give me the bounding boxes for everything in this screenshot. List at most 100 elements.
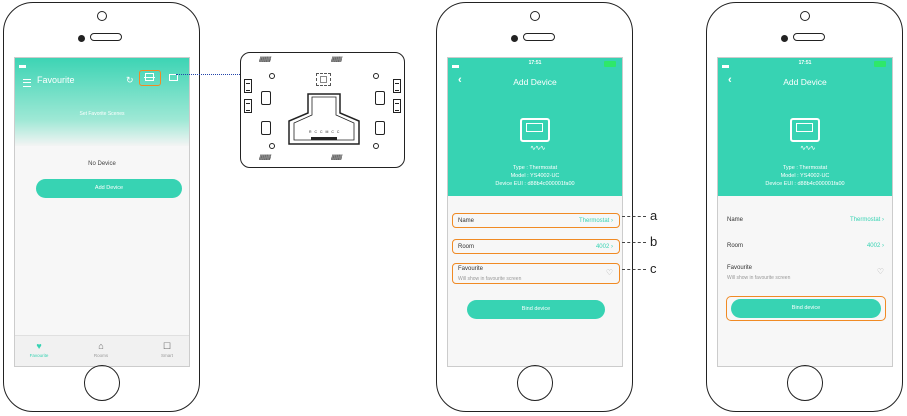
device-eui: Device EUI : d88b4c000001fa00 — [765, 181, 845, 187]
signal-icon — [452, 61, 459, 68]
callout-line-b — [622, 242, 646, 243]
page-title: Add Device — [783, 77, 827, 87]
status-time: 17:51 — [528, 60, 542, 66]
side-vent — [393, 79, 401, 93]
set-favorite-scenes-link[interactable]: Set Favorite Scenes — [15, 111, 189, 117]
add-device-screen: 17:51 ‹ Add Device ∿∿∿ Type : Thermostat… — [447, 57, 623, 367]
status-bar: 17:51 — [448, 60, 622, 68]
signal-icon — [722, 61, 729, 68]
bind-device-button[interactable]: Bind device — [731, 299, 881, 318]
earpiece-speaker — [90, 33, 122, 41]
phone-frame-add-device: 17:51 ‹ Add Device ∿∿∿ Type : Thermostat… — [436, 2, 633, 412]
scan-icon[interactable] — [144, 73, 155, 81]
refresh-icon[interactable]: ↻ — [126, 75, 134, 86]
page-title: Favourite — [37, 75, 75, 85]
favourite-row[interactable]: Favourite Will show in favourite screen … — [722, 263, 890, 284]
tab-label: Rooms — [93, 353, 109, 358]
callout-line-a — [622, 216, 646, 217]
screw-hole — [373, 73, 379, 79]
add-device-button[interactable]: Add Device — [36, 179, 182, 198]
room-value: 4002 › — [866, 243, 884, 249]
earpiece-speaker — [523, 33, 555, 41]
name-value: Thermostat › — [578, 218, 613, 224]
favourite-hint: Will show in favourite screen — [727, 275, 791, 281]
tab-rooms[interactable]: ⌂ Rooms — [81, 341, 121, 358]
home-button[interactable] — [516, 365, 553, 401]
room-value: 4002 › — [595, 244, 613, 250]
thermostat-icon — [790, 118, 820, 142]
heart-outline-icon[interactable]: ♡ — [606, 268, 613, 277]
status-bar: 17:51 — [718, 60, 892, 68]
favourite-screen: Favourite ↻ Set Favorite Scenes No Devic… — [14, 57, 190, 367]
device-model: Model : YS4002-UC — [510, 173, 560, 179]
monitor-icon: ☐ — [162, 341, 172, 351]
thermostat-back-panel: //////////// /////////// //////////// //… — [240, 52, 405, 168]
front-camera — [96, 11, 107, 21]
screw-hole — [269, 73, 275, 79]
room-label: Room — [727, 243, 744, 249]
page-title: Add Device — [513, 77, 557, 87]
name-row[interactable]: Name Thermostat › — [722, 213, 890, 228]
header-background — [15, 58, 189, 146]
earpiece-speaker — [793, 33, 825, 41]
side-vent — [244, 79, 252, 93]
battery-icon — [604, 61, 616, 67]
bind-device-screen: 17:51 ‹ Add Device ∿∿∿ Type : Thermostat… — [717, 57, 893, 367]
device-model: Model : YS4002-UC — [780, 173, 830, 179]
name-label: Name — [727, 217, 744, 223]
front-camera — [799, 11, 810, 21]
front-camera — [529, 11, 540, 21]
side-vent — [244, 99, 252, 113]
room-row[interactable]: Room 4002 › — [452, 239, 620, 254]
label-barcode — [311, 137, 337, 140]
heat-waves-icon: ∿∿∿ — [530, 145, 546, 152]
bottom-vent-right: /////////// — [331, 155, 342, 162]
tab-smart[interactable]: ☐ Smart — [147, 341, 187, 358]
bottom-tab-bar: ♥ Favourite ⌂ Rooms ☐ Smart — [15, 335, 189, 366]
home-button[interactable] — [786, 365, 823, 401]
screw-hole — [269, 143, 275, 149]
status-bar — [15, 60, 189, 68]
tab-favourite[interactable]: ♥ Favourite — [19, 341, 59, 358]
qr-code-label — [316, 73, 331, 86]
mount-slot — [261, 91, 271, 105]
phone-frame-favourite: Favourite ↻ Set Favorite Scenes No Devic… — [3, 2, 200, 412]
thermostat-icon — [520, 118, 550, 142]
name-label: Name — [458, 218, 475, 224]
favourite-label: Favourite — [727, 265, 753, 271]
heart-icon: ♥ — [36, 341, 42, 351]
name-row[interactable]: Name Thermostat › — [452, 213, 620, 228]
mount-slot — [375, 121, 385, 135]
menu-icon[interactable] — [23, 79, 31, 87]
sensor-dot — [511, 35, 518, 42]
mount-slot — [375, 91, 385, 105]
screw-hole — [373, 143, 379, 149]
battery-icon — [874, 61, 886, 67]
phone-frame-bind-device: 17:51 ‹ Add Device ∿∿∿ Type : Thermostat… — [706, 2, 903, 412]
tab-label: Smart — [160, 353, 173, 358]
signal-icon — [19, 61, 26, 68]
status-time: 17:51 — [798, 60, 812, 66]
heart-outline-icon[interactable]: ♡ — [877, 267, 884, 276]
favourite-row[interactable]: Favourite Will show in favourite screen … — [452, 263, 620, 284]
callout-a: a — [650, 208, 658, 223]
name-value: Thermostat › — [849, 217, 884, 223]
device-type: Type : Thermostat — [782, 165, 828, 171]
room-label: Room — [458, 244, 475, 250]
top-vent-right: /////////// — [331, 57, 342, 64]
home-button[interactable] — [83, 365, 120, 401]
tab-label: Favourite — [29, 353, 49, 358]
bottom-vent-left: //////////// — [259, 155, 271, 162]
scan-highlight — [139, 70, 161, 86]
device-label-text: R C C M C C — [309, 130, 341, 134]
monitor-icon[interactable] — [169, 74, 178, 81]
sensor-dot — [78, 35, 85, 42]
bind-device-button[interactable]: Bind device — [467, 300, 605, 319]
callout-line-c — [622, 269, 646, 270]
favourite-label: Favourite — [458, 266, 484, 272]
sensor-dot — [781, 35, 788, 42]
room-row[interactable]: Room 4002 › — [722, 239, 890, 254]
heat-waves-icon: ∿∿∿ — [800, 145, 816, 152]
side-vent — [393, 99, 401, 113]
mount-slot — [261, 121, 271, 135]
